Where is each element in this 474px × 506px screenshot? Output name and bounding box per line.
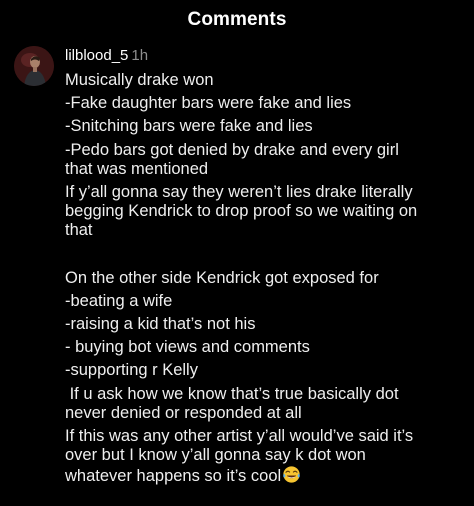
tears-of-joy-emoji-icon [283, 466, 300, 484]
comment-line: -raising a kid that’s not his [65, 315, 256, 334]
comment-line: If y’all gonna say they weren’t lies dra… [65, 183, 413, 202]
comment-line: -Snitching bars were fake and lies [65, 117, 313, 136]
page-title: Comments [187, 9, 287, 30]
comment-line: -supporting r Kelly [65, 361, 198, 380]
username[interactable]: lilblood_5 [65, 47, 128, 64]
comment-line: Musically drake won [65, 71, 214, 89]
user-avatar-icon [14, 46, 54, 86]
comment-line: - buying bot views and comments [65, 338, 310, 357]
comment-line: -beating a wife [65, 291, 173, 310]
comment-line: -Fake daughter bars were fake and lies [65, 94, 352, 113]
comments-header: Comments [0, 0, 474, 42]
comment-line: never denied or responded at all [65, 403, 302, 422]
comment-body: lilblood_5 1h Musically drake won -Fake d… [65, 46, 465, 487]
comment-line: -Pedo bars got denied by drake and every… [65, 140, 399, 159]
comment-line: begging Kendrick to drop proof so we wai… [65, 202, 418, 221]
comment-timestamp: 1h [131, 47, 149, 64]
comment-line: If u ask how we know that’s true basical… [65, 384, 399, 403]
comment-line-text: whatever happens so it’s cool [65, 467, 282, 486]
comment-line: that [65, 221, 93, 240]
comment-line: that was mentioned [65, 159, 209, 178]
comment-line: over but I know y’all gonna say k dot wo… [65, 446, 366, 465]
comment-line: On the other side Kendrick got exposed f… [65, 268, 379, 287]
avatar[interactable] [14, 46, 54, 86]
comment-meta: lilblood_5 1h [65, 46, 465, 66]
comment-line-last: whatever happens so it’s cool [65, 465, 465, 486]
comment-line: If this was any other artist y’all would… [65, 427, 414, 446]
